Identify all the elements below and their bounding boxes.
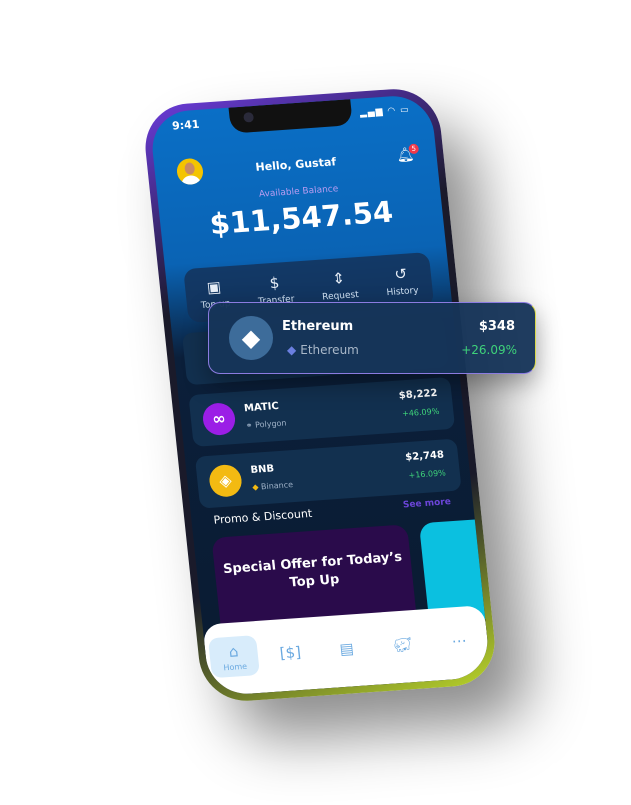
bell-icon[interactable]: 🔔︎ 5 (396, 143, 420, 164)
hand-dollar-icon: $ (268, 273, 281, 293)
coin-network: ⚭ Polygon (245, 418, 287, 431)
history-icon: ↺ (393, 264, 408, 284)
coin-card-matic[interactable]: ∞ MATIC ⚭ Polygon $8,222 +46.09% (188, 376, 456, 447)
cash-icon: [$] (278, 642, 302, 663)
see-more-link[interactable]: See more (402, 497, 451, 510)
request-button[interactable]: ⇕ Request (319, 268, 360, 303)
home-icon: ⌂ (227, 641, 240, 661)
coin-network: ◆ Binance (251, 480, 294, 492)
nav-savings[interactable]: 🐖︎ (377, 623, 429, 666)
status-icons: ▂▄▆ ◠ ▭ (359, 105, 411, 119)
polygon-logo-icon: ∞ (201, 402, 237, 437)
app-screen: 9:41 ▂▄▆ ◠ ▭ Hello, Gustaf 🔔︎ 5 Available… (148, 93, 492, 697)
greeting: Hello, Gustaf (254, 155, 337, 174)
ethereum-logo-icon: ◆ (229, 316, 273, 360)
binance-logo-icon: ◈ (207, 463, 244, 498)
featured-coin-card[interactable]: ◆ Ethereum ◆ Ethereum $348 +26.09% (208, 302, 536, 374)
nav-archive[interactable]: ▤ (321, 627, 373, 670)
coin-network: ◆ Ethereum (287, 343, 359, 357)
status-time: 9:41 (171, 117, 201, 133)
nav-cash[interactable]: [$] (264, 631, 316, 674)
piggy-bank-icon: 🐖︎ (392, 635, 414, 655)
ethereum-small-icon: ◆ (287, 343, 297, 357)
phone-frame: 9:41 ▂▄▆ ◠ ▭ Hello, Gustaf 🔔︎ 5 Available… (140, 86, 500, 704)
more-icon: ⋯ (450, 631, 468, 651)
wallet-icon: ▣ (205, 277, 222, 297)
history-button[interactable]: ↺ History (384, 264, 419, 298)
money-request-icon: ⇕ (331, 269, 346, 288)
nav-more[interactable]: ⋯ (433, 619, 485, 662)
notch (228, 99, 353, 134)
archive-icon: ▤ (338, 639, 355, 659)
nav-home[interactable]: ⌂ Home (208, 635, 261, 679)
camera (243, 111, 255, 123)
